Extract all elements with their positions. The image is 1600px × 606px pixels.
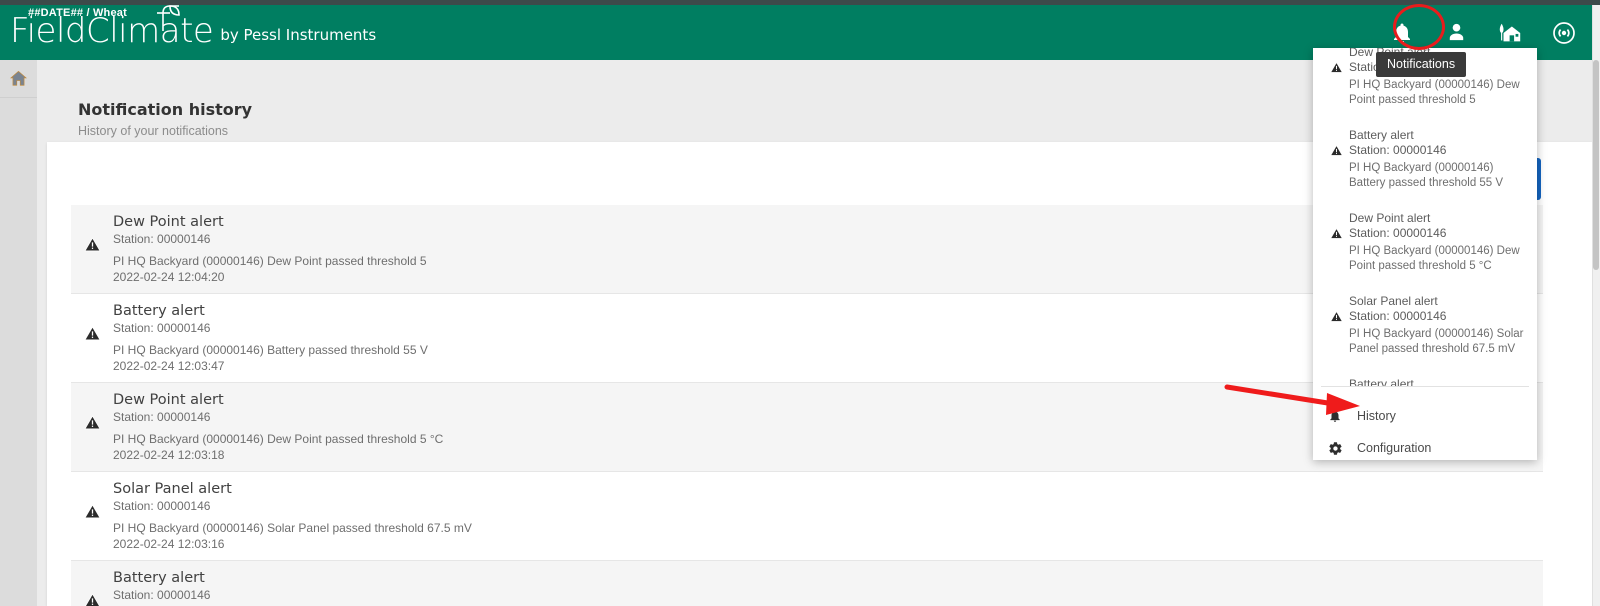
warning-triangle-icon (83, 237, 101, 252)
notification-title: Battery alert (113, 570, 205, 586)
notifications-bell-icon[interactable] (1386, 17, 1418, 49)
warning-triangle-icon (1329, 62, 1343, 73)
dropdown-item-body: Battery alertStation: 00000146PI HQ Back… (1349, 377, 1525, 386)
notification-station: Station: 00000146 (113, 588, 211, 602)
home-icon (10, 70, 27, 86)
warning-triangle-icon (83, 504, 101, 519)
warning-triangle-icon (84, 593, 100, 606)
dropdown-notification-item[interactable]: Battery alertStation: 00000146 PI HQ Back… (1313, 118, 1537, 201)
dropdown-divider (1321, 386, 1529, 387)
page-title: Notification history (78, 100, 253, 119)
dropdown-item-station: Station: 00000146 (1349, 226, 1447, 240)
notifications-dropdown-list[interactable]: Dew Point alertStation: 00000146PI HQ Ba… (1313, 48, 1537, 386)
gear-icon (1313, 441, 1357, 456)
user-account-icon[interactable] (1440, 17, 1472, 49)
dropdown-notification-item[interactable]: Solar Panel alert Station: 00000146 PI HQ … (1313, 284, 1537, 367)
dropdown-notification-item[interactable]: Battery alertStation: 00000146PI HQ Back… (1313, 367, 1537, 386)
station-signal-icon[interactable] (1548, 17, 1580, 49)
dropdown-action-configuration-label: Configuration (1357, 441, 1432, 455)
notification-row[interactable]: Solar Panel alert Station: 00000146 PI HQ … (71, 472, 1543, 561)
logo-subtitle: by Pessl Instruments (220, 26, 377, 44)
dropdown-action-history-label: History (1357, 409, 1396, 423)
app-logo[interactable]: FieldClimate by Pessl Instruments (10, 5, 377, 51)
notification-title: Solar Panel alert (113, 481, 232, 497)
alert-icon-cell (71, 214, 113, 253)
bell-icon (1313, 408, 1357, 424)
alert-icon-cell (71, 570, 113, 606)
alert-icon-cell (1323, 294, 1349, 323)
notification-body: Solar Panel alert Station: 00000146 PI HQ … (113, 481, 1543, 552)
leaf-logo-icon (157, 5, 180, 31)
notification-message: PI HQ Backyard (00000146) Solar Panel pa… (113, 521, 472, 535)
sidebar-item-home[interactable] (0, 60, 37, 98)
alert-icon-cell (1323, 48, 1349, 74)
dropdown-item-message: PI HQ Backyard (00000146) Dew Point pass… (1349, 245, 1520, 272)
dropdown-item-body: Dew Point alertStation: 00000146 PI HQ Ba… (1349, 211, 1525, 274)
dropdown-item-title: Battery alert (1349, 128, 1414, 142)
warning-triangle-icon (83, 326, 101, 341)
dropdown-item-message: PI HQ Backyard (00000146) Dew Point pass… (1349, 79, 1520, 106)
dropdown-item-message: PI HQ Backyard (00000146) Battery passed… (1349, 162, 1504, 189)
warning-triangle-icon (1329, 311, 1343, 322)
dropdown-action-history[interactable]: History (1313, 400, 1537, 432)
notification-station: Station: 00000146 (113, 499, 211, 513)
farm-icon[interactable] (1494, 17, 1526, 49)
dropdown-item-station: Station: 00000146 (1349, 143, 1447, 157)
dropdown-item-body: Solar Panel alert Station: 00000146 PI HQ … (1349, 294, 1525, 357)
page-scrollbar-thumb[interactable] (1593, 60, 1599, 270)
alert-icon-cell (71, 392, 113, 431)
alert-icon-cell (1323, 211, 1349, 240)
alert-icon-cell (1323, 377, 1349, 386)
left-sidebar (0, 60, 37, 606)
warning-triangle-icon (83, 415, 101, 430)
dropdown-item-title: Solar Panel alert (1349, 294, 1438, 308)
notification-body: Battery alertStation: 00000146PI HQ Back… (113, 570, 1543, 606)
notification-row[interactable]: Battery alertStation: 00000146PI HQ Back… (71, 561, 1543, 606)
dropdown-action-configuration[interactable]: Configuration (1313, 432, 1537, 460)
notifications-tooltip: Notifications (1376, 52, 1467, 77)
dropdown-item-title: Battery alert (1349, 377, 1414, 386)
alert-icon-cell (71, 481, 113, 520)
notifications-dropdown-panel: Dew Point alertStation: 00000146PI HQ Ba… (1313, 48, 1537, 460)
warning-triangle-icon (1329, 145, 1343, 156)
dropdown-notification-item[interactable]: Dew Point alertStation: 00000146 PI HQ Ba… (1313, 201, 1537, 284)
alert-icon-cell (71, 303, 113, 342)
alert-icon-cell (1323, 128, 1349, 157)
dropdown-item-message: PI HQ Backyard (00000146) Solar Panel pa… (1349, 328, 1524, 355)
app-root: ##DATE## / Wheat FieldClimate by Pessl I… (0, 0, 1600, 606)
dropdown-item-body: Battery alertStation: 00000146 PI HQ Back… (1349, 128, 1525, 191)
dropdown-item-station: Station: 00000146 (1349, 309, 1447, 323)
notification-timestamp: 2022-02-24 12:03:16 (113, 537, 225, 551)
dropdown-item-title: Dew Point alert (1349, 211, 1431, 225)
page-subtitle: History of your notifications (78, 124, 229, 138)
warning-triangle-icon (1329, 228, 1343, 239)
